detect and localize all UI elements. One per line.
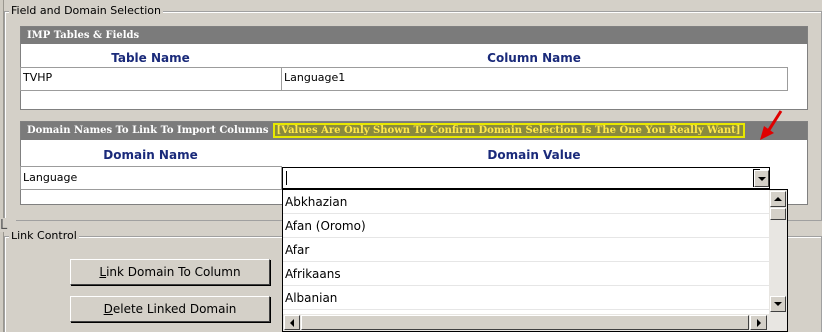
delete-linked-domain-button[interactable]: Delete Linked Domain — [70, 296, 270, 322]
dropdown-option[interactable]: Albanian — [283, 286, 769, 310]
text-caret — [286, 171, 287, 185]
domain-name-cell[interactable]: Language — [20, 166, 282, 190]
link-button-label: ink Domain To Column — [106, 265, 241, 279]
dropdown-option[interactable]: Afan (Oromo) — [283, 214, 769, 238]
domain-confirm-notice: [Values Are Only Shown To Confirm Domain… — [272, 123, 745, 138]
column-header-domain-name: Domain Name — [103, 148, 198, 162]
field-domain-legend: Field and Domain Selection — [9, 4, 163, 17]
horizontal-scrollbar[interactable] — [283, 314, 787, 331]
link-control-legend: Link Control — [9, 229, 79, 242]
horizontal-scroll-thumb[interactable] — [301, 315, 749, 330]
dropdown-option[interactable]: Afar — [283, 238, 769, 262]
side-tab-fragment: L — [0, 218, 16, 233]
delete-button-accelerator: D — [103, 302, 113, 316]
link-domain-to-column-button[interactable]: Link Domain To Column — [70, 259, 270, 285]
scroll-right-icon[interactable] — [750, 315, 767, 330]
dropdown-option[interactable]: Afrikaans — [283, 262, 769, 286]
dropdown-option[interactable]: Abkhazian — [283, 190, 769, 214]
table-name-value: TVHP — [23, 71, 53, 84]
column-name-cell[interactable]: Language1 — [281, 67, 788, 91]
dropdown-options: Abkhazian Afan (Oromo) Afar Afrikaans Al… — [283, 190, 769, 310]
imp-tables-header: IMP Tables & Fields — [21, 27, 807, 44]
dropdown-arrow-icon[interactable] — [754, 170, 769, 187]
domain-name-value: Language — [23, 171, 78, 184]
column-header-table-name: Table Name — [111, 51, 190, 65]
table-name-cell[interactable]: TVHP — [20, 67, 282, 91]
domain-value-combobox[interactable] — [282, 167, 770, 189]
column-name-value: Language1 — [284, 71, 346, 84]
vertical-scrollbar[interactable] — [769, 190, 787, 314]
red-pointer-arrow-icon — [760, 110, 783, 140]
scroll-left-icon[interactable] — [284, 315, 300, 330]
domain-link-header-label: Domain Names To Link To Import Columns — [27, 125, 269, 136]
column-header-column-name: Column Name — [487, 51, 581, 65]
scroll-up-icon[interactable] — [770, 191, 786, 207]
vertical-scroll-thumb[interactable] — [770, 208, 786, 220]
column-header-domain-value: Domain Value — [487, 148, 581, 162]
scroll-down-icon[interactable] — [770, 296, 786, 312]
domain-link-header: Domain Names To Link To Import Columns [V… — [21, 122, 807, 140]
domain-value-dropdown-list[interactable]: Abkhazian Afan (Oromo) Afar Afrikaans Al… — [282, 189, 788, 332]
delete-button-label: elete Linked Domain — [112, 302, 237, 316]
